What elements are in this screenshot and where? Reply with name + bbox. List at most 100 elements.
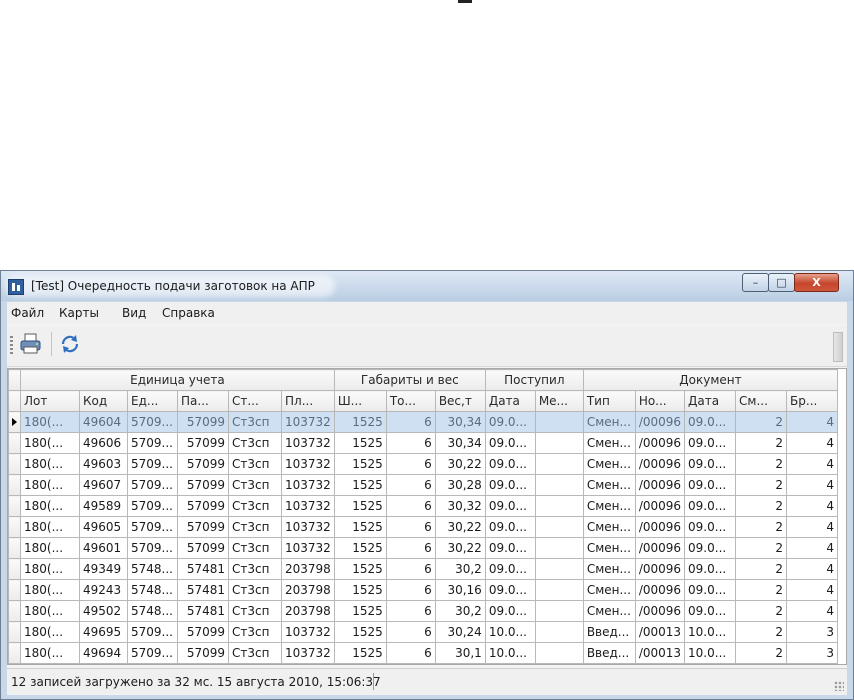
- table-cell[interactable]: [534, 579, 584, 601]
- table-cell[interactable]: 103732: [281, 537, 335, 559]
- column-header[interactable]: Код: [79, 390, 128, 412]
- table-cell[interactable]: 180(...: [20, 474, 80, 496]
- table-cell[interactable]: 57099: [177, 411, 229, 433]
- table-cell[interactable]: 10.0...: [484, 621, 536, 643]
- table-cell[interactable]: 103732: [281, 621, 335, 643]
- table-cell[interactable]: 5709...: [127, 474, 178, 496]
- table-cell[interactable]: 6: [385, 516, 436, 538]
- row-indicator[interactable]: [8, 411, 21, 433]
- table-cell[interactable]: 4: [786, 411, 839, 433]
- table-cell[interactable]: 5709...: [127, 642, 178, 664]
- table-cell[interactable]: [534, 516, 584, 538]
- table-cell[interactable]: Ст3сп: [228, 558, 282, 580]
- table-cell[interactable]: 180(...: [20, 411, 80, 433]
- table-row[interactable]: 180(... 49604 5709... 57099 Ст3сп 103732 1525 6…: [8, 411, 839, 433]
- table-cell[interactable]: 30,28: [434, 474, 486, 496]
- table-cell[interactable]: 09.0...: [484, 474, 536, 496]
- column-header[interactable]: Ст...: [228, 390, 282, 412]
- table-cell[interactable]: Ст3сп: [228, 516, 282, 538]
- table-cell[interactable]: 30,32: [434, 495, 486, 517]
- table-cell[interactable]: 57481: [177, 600, 229, 622]
- table-cell[interactable]: 10.0...: [684, 642, 737, 664]
- column-header[interactable]: То...: [385, 390, 436, 412]
- printer-icon[interactable]: [18, 331, 44, 357]
- table-cell[interactable]: 57099: [177, 453, 229, 475]
- table-cell[interactable]: 09.0...: [684, 516, 737, 538]
- table-cell[interactable]: 49607: [79, 474, 128, 496]
- table-cell[interactable]: 6: [385, 432, 436, 454]
- table-cell[interactable]: 49695: [79, 621, 128, 643]
- column-header[interactable]: Но...: [634, 390, 686, 412]
- menu-cards[interactable]: Карты: [59, 306, 99, 320]
- table-cell[interactable]: /00096: [634, 474, 686, 496]
- table-cell[interactable]: 1525: [333, 516, 387, 538]
- table-cell[interactable]: [534, 600, 584, 622]
- table-cell[interactable]: 6: [385, 411, 436, 433]
- table-cell[interactable]: Смен...: [582, 495, 636, 517]
- table-cell[interactable]: Смен...: [582, 579, 636, 601]
- table-cell[interactable]: 1525: [333, 600, 387, 622]
- table-cell[interactable]: 57481: [177, 579, 229, 601]
- table-cell[interactable]: 49601: [79, 537, 128, 559]
- table-cell[interactable]: /00096: [634, 495, 686, 517]
- table-cell[interactable]: 1525: [333, 495, 387, 517]
- table-cell[interactable]: 180(...: [20, 579, 80, 601]
- table-cell[interactable]: 09.0...: [684, 432, 737, 454]
- table-cell[interactable]: [534, 411, 584, 433]
- table-cell[interactable]: 6: [385, 621, 436, 643]
- table-row[interactable]: 180(... 49589 5709... 57099 Ст3сп 103732 1525 6…: [8, 495, 839, 517]
- table-cell[interactable]: 203798: [281, 579, 335, 601]
- refresh-icon[interactable]: [57, 331, 83, 357]
- table-cell[interactable]: 6: [385, 642, 436, 664]
- table-cell[interactable]: /00096: [634, 600, 686, 622]
- column-header[interactable]: Тип: [582, 390, 636, 412]
- table-cell[interactable]: 30,34: [434, 432, 486, 454]
- table-cell[interactable]: 09.0...: [684, 600, 737, 622]
- table-cell[interactable]: 57099: [177, 432, 229, 454]
- table-cell[interactable]: [534, 642, 584, 664]
- table-cell[interactable]: Ст3сп: [228, 411, 282, 433]
- table-cell[interactable]: 30,22: [434, 453, 486, 475]
- table-row[interactable]: 180(... 49243 5748... 57481 Ст3сп 203798 1525 6…: [8, 579, 839, 601]
- table-cell[interactable]: 49502: [79, 600, 128, 622]
- table-cell[interactable]: 10.0...: [684, 621, 737, 643]
- table-cell[interactable]: 09.0...: [484, 600, 536, 622]
- table-cell[interactable]: 09.0...: [684, 495, 737, 517]
- row-indicator[interactable]: [8, 474, 21, 496]
- table-cell[interactable]: Введ...: [582, 642, 636, 664]
- table-cell[interactable]: 5709...: [127, 516, 178, 538]
- table-cell[interactable]: 1525: [333, 453, 387, 475]
- toolbar-overflow-scroll[interactable]: [833, 332, 843, 362]
- table-cell[interactable]: 4: [786, 600, 839, 622]
- table-row[interactable]: 180(... 49601 5709... 57099 Ст3сп 103732 1525 6…: [8, 537, 839, 559]
- table-row[interactable]: 180(... 49605 5709... 57099 Ст3сп 103732 1525 6…: [8, 516, 839, 538]
- row-indicator[interactable]: [8, 600, 21, 622]
- table-cell[interactable]: Ст3сп: [228, 579, 282, 601]
- table-cell[interactable]: 203798: [281, 558, 335, 580]
- table-cell[interactable]: /00013: [634, 621, 686, 643]
- table-cell[interactable]: 49604: [79, 411, 128, 433]
- table-cell[interactable]: 103732: [281, 495, 335, 517]
- table-cell[interactable]: 57099: [177, 516, 229, 538]
- table-cell[interactable]: /00096: [634, 516, 686, 538]
- resize-grip-icon[interactable]: [834, 681, 844, 691]
- table-cell[interactable]: 49243: [79, 579, 128, 601]
- table-row[interactable]: 180(... 49349 5748... 57481 Ст3сп 203798 1525 6…: [8, 558, 839, 580]
- table-cell[interactable]: 6: [385, 537, 436, 559]
- table-cell[interactable]: 6: [385, 495, 436, 517]
- table-cell[interactable]: 103732: [281, 453, 335, 475]
- table-row[interactable]: 180(... 49603 5709... 57099 Ст3сп 103732 1525 6…: [8, 453, 839, 475]
- table-cell[interactable]: 30,2: [434, 558, 486, 580]
- table-cell[interactable]: 180(...: [20, 642, 80, 664]
- table-cell[interactable]: 103732: [281, 432, 335, 454]
- table-cell[interactable]: Ст3сп: [228, 474, 282, 496]
- column-header[interactable]: Бр...: [786, 390, 839, 412]
- table-cell[interactable]: 09.0...: [684, 579, 737, 601]
- table-cell[interactable]: 4: [786, 558, 839, 580]
- table-cell[interactable]: Смен...: [582, 537, 636, 559]
- table-cell[interactable]: 2: [735, 600, 788, 622]
- table-cell[interactable]: /00096: [634, 558, 686, 580]
- table-cell[interactable]: 09.0...: [684, 453, 737, 475]
- table-cell[interactable]: 49589: [79, 495, 128, 517]
- table-cell[interactable]: 30,16: [434, 579, 486, 601]
